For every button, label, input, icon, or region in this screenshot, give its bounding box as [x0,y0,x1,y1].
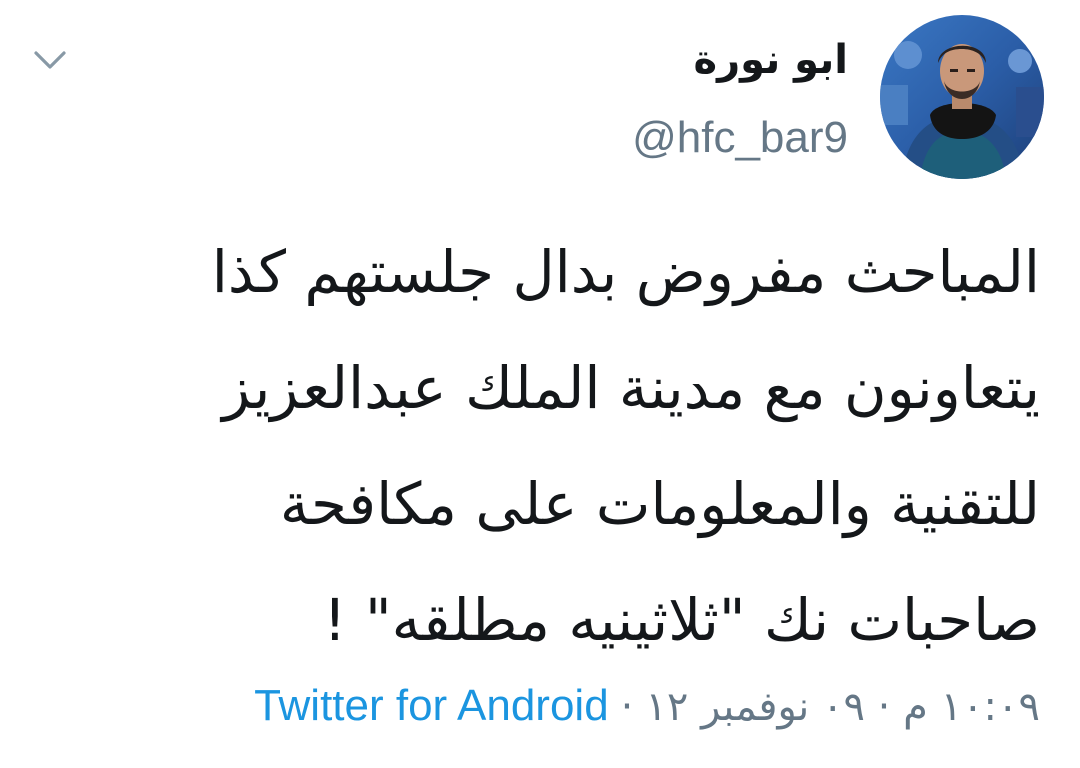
chevron-down-icon [34,51,66,69]
tweet-text-line: للتقنية والمعلومات على مكافحة [279,470,1040,538]
tweet-text: المباحث مفروض بدال جلستهم كذا يتعاونون م… [50,214,1040,678]
tweet-menu-button[interactable] [28,40,72,80]
tweet-text-line: صاحبات نك "ثلاثينيه مطلقه" ! [323,586,1040,654]
avatar[interactable] [880,15,1044,179]
tweet-timestamp[interactable]: ١٠:٠٩ م · ٠٩ نوفمبر ١٢ [645,684,1040,730]
author-display-name[interactable]: ابو نورة [694,32,848,88]
tweet-detail: ابو نورة @hfc_bar9 المباحث مفروض بدال جل… [0,0,1080,768]
tweet-text-line: يتعاونون مع مدينة الملك عبدالعزيز [222,354,1040,422]
author-handle[interactable]: @hfc_bar9 [632,110,848,166]
meta-separator: · [620,684,634,730]
tweet-text-line: المباحث مفروض بدال جلستهم كذا [211,238,1040,306]
profile-photo-icon [880,15,1044,179]
tweet-source-link[interactable]: Twitter for Android [254,681,609,730]
tweet-meta: Twitter for Android · ١٠:٠٩ م · ٠٩ نوفمبر … [254,676,1040,737]
